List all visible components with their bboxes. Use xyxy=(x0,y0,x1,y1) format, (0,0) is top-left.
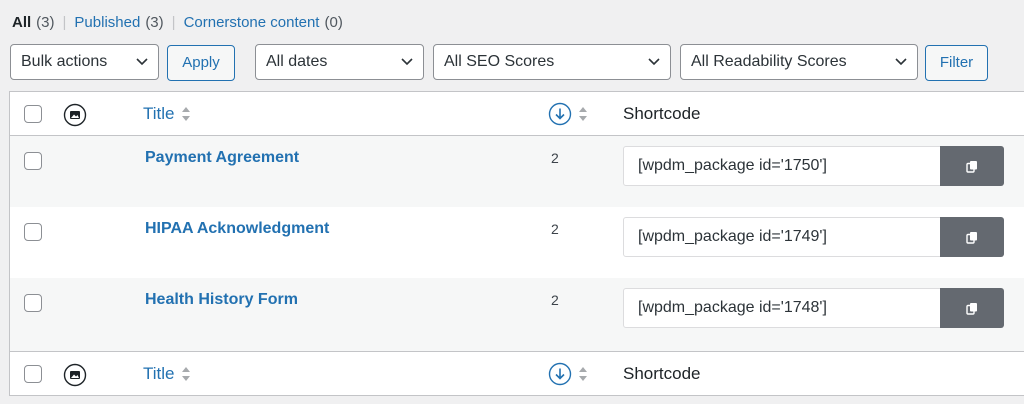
title-column-label: Title xyxy=(143,104,175,123)
shortcode-column-header: Shortcode xyxy=(623,104,701,123)
copy-icon xyxy=(966,160,977,173)
shortcode-field[interactable]: [wpdm_package id='1749'] xyxy=(623,217,941,257)
copy-shortcode-button[interactable] xyxy=(940,288,1004,328)
select-all-checkbox[interactable] xyxy=(24,105,42,123)
table-row: Health History Form 2 [wpdm_package id='… xyxy=(10,278,1024,351)
filter-cornerstone-link[interactable]: Cornerstone content xyxy=(184,14,320,31)
chevron-down-icon xyxy=(136,58,148,66)
row-checkbox[interactable] xyxy=(24,294,42,312)
package-title-link[interactable]: Payment Agreement xyxy=(145,149,299,167)
select-all-checkbox[interactable] xyxy=(24,365,42,383)
copy-shortcode-button[interactable] xyxy=(940,217,1004,257)
packages-table: Title Shortcode Payment Agreement 2 [wpd… xyxy=(9,91,1024,396)
filter-cornerstone-count: (0) xyxy=(324,14,343,31)
filter-all[interactable]: All (3) xyxy=(12,14,55,31)
copy-icon xyxy=(966,231,977,244)
row-checkbox[interactable] xyxy=(24,152,42,170)
sort-arrows-icon xyxy=(579,367,587,381)
views-column-header[interactable] xyxy=(548,102,588,126)
table-row: Payment Agreement 2 [wpdm_package id='17… xyxy=(10,136,1024,207)
filter-button[interactable]: Filter xyxy=(925,45,988,81)
chevron-down-icon xyxy=(895,58,907,66)
filter-separator: | xyxy=(171,14,176,31)
filter-all-count: (3) xyxy=(36,14,55,31)
shortcode-column-header: Shortcode xyxy=(623,364,701,383)
filter-published-count: (3) xyxy=(145,14,164,31)
circle-down-arrow-icon xyxy=(548,102,572,126)
package-title-link[interactable]: HIPAA Acknowledgment xyxy=(145,220,329,238)
apply-button[interactable]: Apply xyxy=(167,45,235,81)
dates-value: All dates xyxy=(266,53,328,70)
image-icon xyxy=(63,103,87,127)
bulk-actions-select[interactable]: Bulk actions xyxy=(10,44,159,80)
package-title-link[interactable]: Health History Form xyxy=(145,291,298,309)
filter-published[interactable]: Published (3) xyxy=(74,14,163,31)
views-count: 2 xyxy=(551,221,559,237)
table-row: HIPAA Acknowledgment 2 [wpdm_package id=… xyxy=(10,207,1024,278)
views-count: 2 xyxy=(551,292,559,308)
filter-all-label[interactable]: All xyxy=(12,14,31,31)
filter-cornerstone[interactable]: Cornerstone content (0) xyxy=(184,14,343,31)
title-column-header[interactable]: Title xyxy=(143,364,191,384)
view-filters: All (3) | Published (3) | Cornerstone cont… xyxy=(12,14,343,31)
table-header: Title Shortcode xyxy=(10,92,1024,136)
sort-arrows-icon xyxy=(579,107,587,121)
shortcode-field[interactable]: [wpdm_package id='1748'] xyxy=(623,288,941,328)
sort-arrows-icon xyxy=(181,107,190,121)
seo-scores-value: All SEO Scores xyxy=(444,53,555,70)
filter-published-link[interactable]: Published xyxy=(74,14,140,31)
row-checkbox[interactable] xyxy=(24,223,42,241)
copy-icon xyxy=(966,302,977,315)
image-icon xyxy=(63,363,87,387)
circle-down-arrow-icon xyxy=(548,362,572,386)
chevron-down-icon xyxy=(648,58,660,66)
table-footer: Title Shortcode xyxy=(10,351,1024,396)
views-column-header[interactable] xyxy=(548,362,588,386)
readability-scores-select[interactable]: All Readability Scores xyxy=(680,44,918,80)
seo-scores-select[interactable]: All SEO Scores xyxy=(433,44,671,80)
views-count: 2 xyxy=(551,150,559,166)
readability-scores-value: All Readability Scores xyxy=(691,53,847,70)
sort-arrows-icon xyxy=(181,367,190,381)
dates-select[interactable]: All dates xyxy=(255,44,424,80)
bulk-actions-value: Bulk actions xyxy=(21,53,108,70)
copy-shortcode-button[interactable] xyxy=(940,146,1004,186)
shortcode-field[interactable]: [wpdm_package id='1750'] xyxy=(623,146,941,186)
title-column-header[interactable]: Title xyxy=(143,104,191,124)
chevron-down-icon xyxy=(401,58,413,66)
title-column-label: Title xyxy=(143,364,175,383)
filter-separator: | xyxy=(62,14,67,31)
